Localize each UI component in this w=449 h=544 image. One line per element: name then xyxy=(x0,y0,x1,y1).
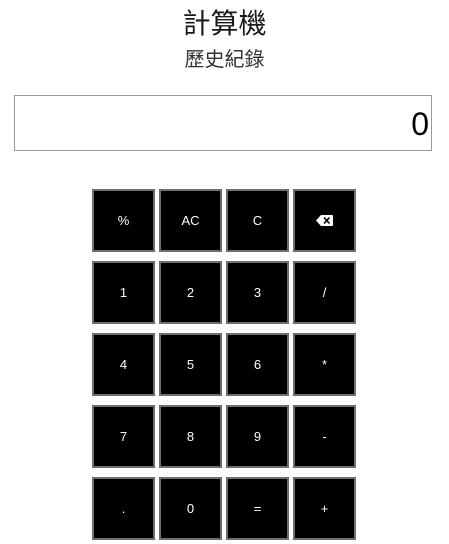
backspace-button[interactable] xyxy=(293,189,356,252)
clear-button[interactable]: C xyxy=(226,189,289,252)
key-label: 7 xyxy=(119,429,128,444)
digit-4-button[interactable]: 4 xyxy=(92,333,155,396)
digit-0-button[interactable]: 0 xyxy=(159,477,222,540)
all-clear-button[interactable]: AC xyxy=(159,189,222,252)
divide-button[interactable]: / xyxy=(293,261,356,324)
key-label: 0 xyxy=(186,501,195,516)
result-display: 0 xyxy=(14,95,432,151)
key-label: 8 xyxy=(186,429,195,444)
key-label: C xyxy=(252,213,263,228)
key-label: 4 xyxy=(119,357,128,372)
key-label: + xyxy=(320,501,329,516)
digit-1-button[interactable]: 1 xyxy=(92,261,155,324)
key-label: % xyxy=(117,213,130,228)
digit-6-button[interactable]: 6 xyxy=(226,333,289,396)
key-label: 1 xyxy=(119,285,128,300)
digit-2-button[interactable]: 2 xyxy=(159,261,222,324)
history-link[interactable]: 歷史紀錄 xyxy=(0,45,449,73)
key-label: * xyxy=(321,357,328,372)
key-label: 6 xyxy=(253,357,262,372)
key-label: AC xyxy=(181,213,200,228)
multiply-button[interactable]: * xyxy=(293,333,356,396)
keypad: % AC C 1 2 3 / 4 5 6 * 7 8 9 -. 0 = + xyxy=(92,189,356,544)
app-title: 計算機 xyxy=(182,7,267,40)
key-label: 2 xyxy=(186,285,195,300)
decimal-button[interactable]: . xyxy=(92,477,155,540)
backspace-icon xyxy=(316,215,333,226)
digit-5-button[interactable]: 5 xyxy=(159,333,222,396)
digit-9-button[interactable]: 9 xyxy=(226,405,289,468)
key-label: = xyxy=(253,501,262,516)
key-label: . xyxy=(121,501,126,516)
digit-3-button[interactable]: 3 xyxy=(226,261,289,324)
digit-7-button[interactable]: 7 xyxy=(92,405,155,468)
add-button[interactable]: + xyxy=(293,477,356,540)
subtract-button[interactable]: - xyxy=(293,405,356,468)
key-label: 3 xyxy=(253,285,262,300)
percent-button[interactable]: % xyxy=(92,189,155,252)
key-label: - xyxy=(322,429,327,444)
key-label: 9 xyxy=(253,429,262,444)
digit-8-button[interactable]: 8 xyxy=(159,405,222,468)
key-label: 5 xyxy=(186,357,195,372)
equals-button[interactable]: = xyxy=(226,477,289,540)
key-label: / xyxy=(322,285,327,300)
